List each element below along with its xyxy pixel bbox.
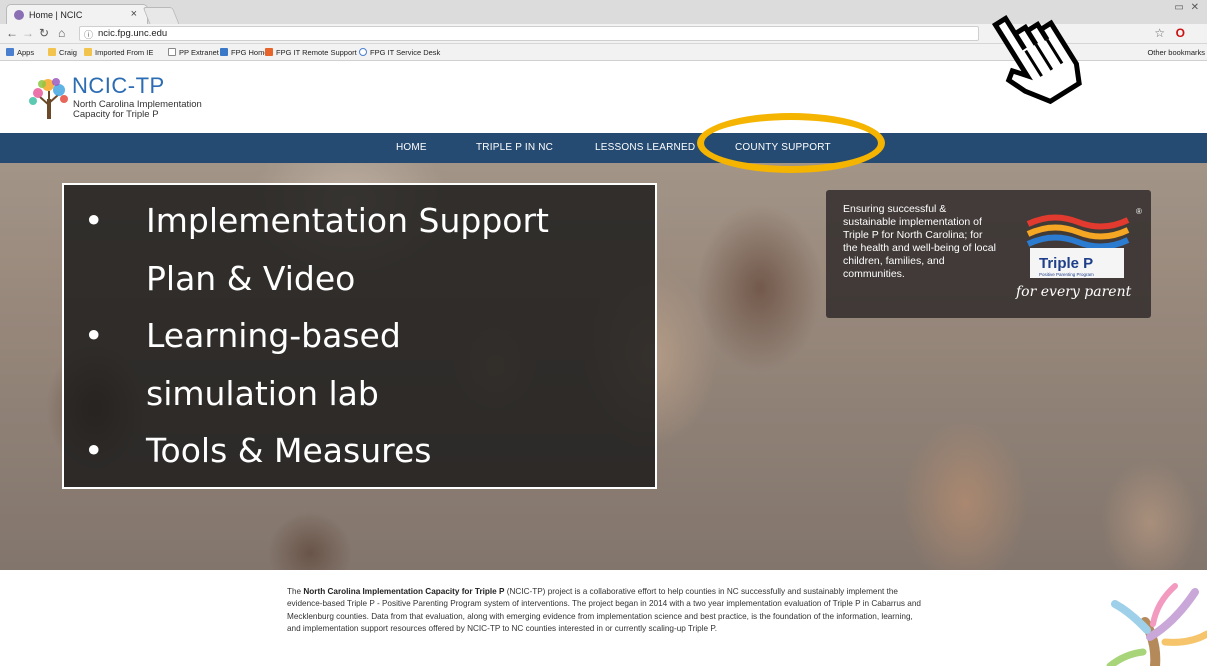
browser-window: { "browser": { "tab_title": "Home | NCIC… xyxy=(0,0,1207,666)
bookmark-pp-extranet[interactable]: PP Extranet xyxy=(168,48,219,57)
pointing-hand-cursor-icon xyxy=(991,15,1082,105)
bookmark-craig[interactable]: Craig xyxy=(48,48,77,57)
bookmark-fpg-remote-support[interactable]: FPG IT Remote Support xyxy=(265,48,357,57)
folder-icon xyxy=(48,48,56,56)
tab-title: Home | NCIC xyxy=(29,10,83,20)
back-icon[interactable]: ← xyxy=(6,26,18,40)
info-icon[interactable]: ⓘ xyxy=(84,28,93,41)
feature-callout: • Implementation Support Plan & Video • … xyxy=(62,183,657,489)
bookmark-star-icon[interactable]: ☆ xyxy=(1154,26,1165,40)
bookmark-apps[interactable]: Apps xyxy=(6,48,34,57)
tree-logo-icon[interactable] xyxy=(26,75,72,121)
nav-lessons-learned[interactable]: LESSONS LEARNED xyxy=(595,142,695,153)
browser-tab[interactable]: Home | NCIC × xyxy=(6,4,148,24)
bookmark-fpg-home[interactable]: FPG Home xyxy=(220,48,269,57)
nav-triple-p-in-nc[interactable]: TRIPLE P IN NC xyxy=(476,142,553,153)
forward-icon[interactable]: → xyxy=(22,26,34,40)
reload-icon[interactable]: ↻ xyxy=(39,26,49,40)
apps-grid-icon xyxy=(6,48,14,56)
mission-box: Ensuring successful & sustainable implem… xyxy=(826,190,1151,318)
svg-text:®: ® xyxy=(1136,207,1142,216)
folder-icon xyxy=(84,48,92,56)
remote-support-icon xyxy=(265,48,273,56)
other-bookmarks[interactable]: Other bookmarks xyxy=(1147,48,1205,57)
url-field[interactable]: ⓘ ncic.fpg.unc.edu xyxy=(79,26,979,41)
new-tab-button[interactable] xyxy=(142,7,180,24)
nav-home[interactable]: HOME xyxy=(396,142,427,153)
triple-p-logo[interactable]: ® Triple P Positive Parenting Program fo… xyxy=(1008,204,1142,304)
site-favicon-icon xyxy=(14,10,24,20)
main-nav: HOME TRIPLE P IN NC LESSONS LEARNED COUN… xyxy=(0,133,1207,163)
site-brand[interactable]: NCIC-TP xyxy=(72,73,165,99)
bookmark-fpg-service-desk[interactable]: FPG IT Service Desk xyxy=(359,48,440,57)
site-tagline: North Carolina Implementation Capacity f… xyxy=(73,99,202,120)
fpg-icon xyxy=(220,48,228,56)
logo-brand-text: Triple P xyxy=(1039,255,1093,272)
intro-paragraph: The North Carolina Implementation Capaci… xyxy=(287,587,921,633)
globe-icon xyxy=(359,48,367,56)
decorative-tree-graphic xyxy=(1106,583,1207,666)
bookmark-imported-from-ie[interactable]: Imported From IE xyxy=(84,48,153,57)
window-controls[interactable]: ▭ ✕ xyxy=(1174,2,1201,13)
mission-text: Ensuring successful & sustainable implem… xyxy=(843,203,996,280)
url-text: ncic.fpg.unc.edu xyxy=(98,28,168,39)
home-icon[interactable]: ⌂ xyxy=(58,26,65,40)
logo-slogan-text: for every parent xyxy=(1015,284,1132,300)
close-tab-icon[interactable]: × xyxy=(131,8,137,20)
opera-extension-icon[interactable]: O xyxy=(1176,26,1185,40)
intro-bold-project-name: North Carolina Implementation Capacity f… xyxy=(303,587,505,596)
highlight-circle xyxy=(697,113,885,173)
page-icon xyxy=(168,48,176,56)
logo-subtitle-text: Positive Parenting Program xyxy=(1039,272,1094,277)
